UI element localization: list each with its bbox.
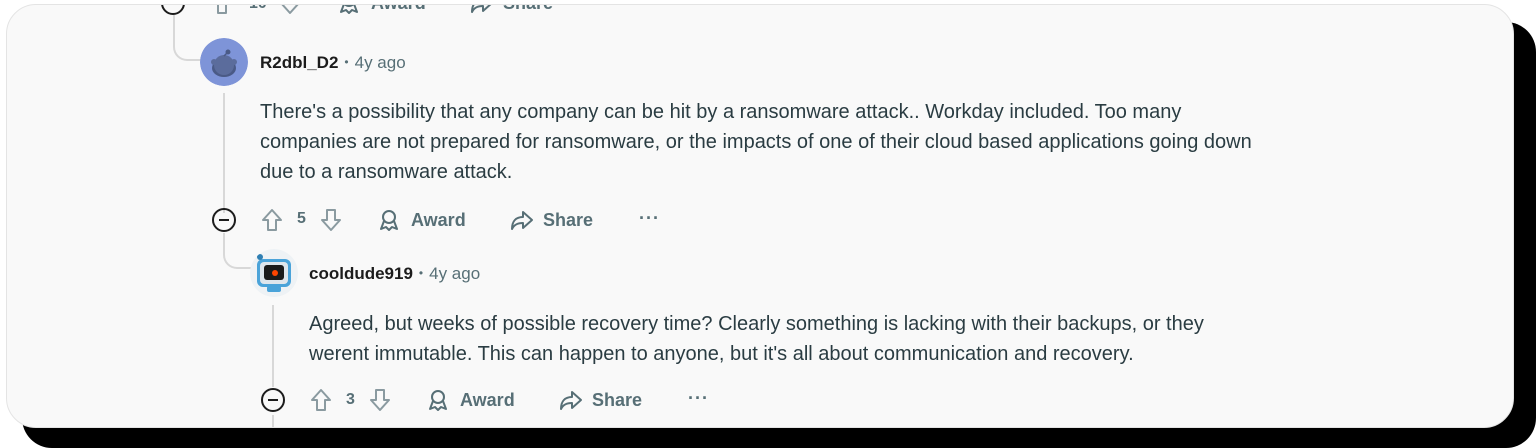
- upvote-button[interactable]: [261, 208, 283, 232]
- upvote-icon: [311, 389, 331, 411]
- downvote-icon: [370, 389, 390, 411]
- downvote-icon: [281, 5, 299, 14]
- thread-connector: [173, 15, 203, 61]
- award-button[interactable]: Award: [426, 388, 515, 412]
- author-name[interactable]: cooldude919: [309, 264, 413, 283]
- meta-separator: •: [344, 55, 349, 69]
- share-label: Share: [543, 209, 594, 230]
- comment-time[interactable]: 4y ago: [429, 264, 480, 283]
- thread-line[interactable]: [272, 305, 274, 387]
- downvote-button[interactable]: [369, 388, 391, 412]
- award-icon: [380, 210, 398, 231]
- share-icon: [560, 391, 582, 410]
- award-label: Award: [371, 5, 426, 14]
- comment-meta: cooldude919 • 4y ago: [309, 264, 480, 284]
- downvote-button[interactable]: [279, 5, 301, 15]
- downvote-button[interactable]: [320, 208, 342, 232]
- downvote-icon: [321, 209, 341, 231]
- vote-count: 5: [297, 210, 306, 227]
- more-options-button[interactable]: ···: [688, 388, 709, 409]
- vote-count: 3: [346, 391, 355, 408]
- share-icon: [511, 211, 533, 230]
- award-icon: [429, 390, 447, 411]
- reddit-snoo-avatar-icon: [200, 38, 248, 86]
- meta-separator: •: [418, 266, 424, 280]
- upvote-icon: [262, 209, 282, 231]
- comment-time[interactable]: 4y ago: [355, 53, 406, 72]
- avatar[interactable]: [250, 249, 298, 297]
- thread-line[interactable]: [223, 93, 225, 213]
- award-button[interactable]: Award: [377, 208, 466, 232]
- comment-body: There's a possibility that any company c…: [260, 101, 1252, 183]
- avatar[interactable]: [200, 38, 248, 86]
- upvote-button[interactable]: [211, 5, 233, 15]
- share-button[interactable]: Share: [469, 5, 553, 15]
- collapse-thread-button[interactable]: [261, 388, 285, 412]
- comment-thread-card: 10 Award Share ···: [6, 4, 1514, 428]
- robot-avatar-icon: [250, 249, 298, 297]
- more-options-button[interactable]: ···: [639, 208, 660, 229]
- thread-connector: [223, 233, 253, 269]
- comment-body: Agreed, but weeks of possible recovery t…: [309, 313, 1204, 365]
- award-icon: [340, 5, 358, 14]
- upvote-button[interactable]: [310, 388, 332, 412]
- award-label: Award: [411, 209, 466, 230]
- author-name[interactable]: R2dbl_D2: [260, 53, 338, 72]
- share-button[interactable]: Share: [558, 388, 642, 412]
- collapse-thread-button[interactable]: [212, 208, 236, 232]
- award-button[interactable]: Award: [337, 5, 426, 15]
- share-button[interactable]: Share: [509, 208, 593, 232]
- thread-line: [272, 415, 274, 427]
- comment-meta: R2dbl_D2 • 4y ago: [260, 53, 406, 73]
- award-label: Award: [460, 389, 515, 410]
- share-label: Share: [503, 5, 553, 14]
- share-icon: [471, 5, 492, 13]
- more-options-button[interactable]: ···: [599, 5, 620, 12]
- upvote-icon: [217, 5, 227, 14]
- vote-count: 10: [249, 5, 267, 13]
- collapse-thread-button[interactable]: [161, 5, 185, 15]
- share-label: Share: [592, 389, 643, 410]
